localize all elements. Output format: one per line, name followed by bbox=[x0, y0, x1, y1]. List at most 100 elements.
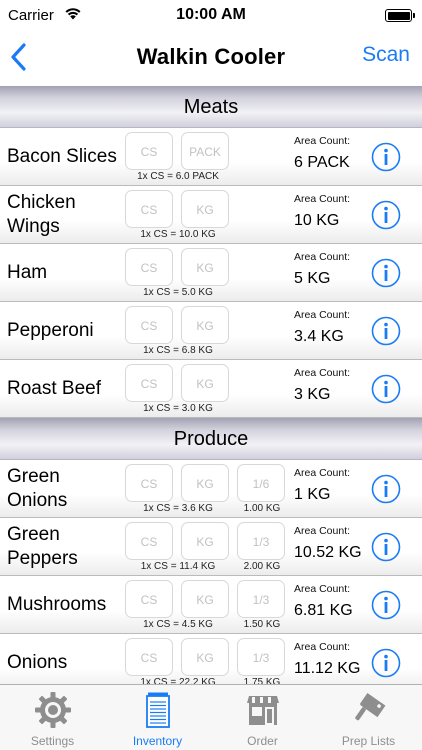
area-count-label: Area Count: bbox=[294, 583, 351, 595]
fraction-conversion-label: 2.00 KG bbox=[243, 561, 281, 572]
inventory-item-row: Roast Beef CS KG 1x CS = 3.0 KG Area Count: 3… bbox=[0, 360, 422, 418]
gear-icon bbox=[35, 692, 71, 728]
unit-count-field[interactable]: KG bbox=[181, 580, 229, 618]
area-count-value: 10 KG bbox=[294, 212, 340, 229]
unit-count-field[interactable]: KG bbox=[181, 190, 229, 228]
area-count-label: Area Count: bbox=[294, 251, 351, 263]
inventory-item-row: Chicken Wings CS KG 1x CS = 10.0 KG Area Cou… bbox=[0, 186, 422, 244]
item-name: Green Onions bbox=[7, 466, 68, 511]
tab-settings[interactable]: Settings bbox=[0, 685, 105, 750]
case-count-field[interactable]: CS bbox=[125, 464, 173, 502]
section-header: Meats bbox=[0, 86, 422, 128]
unit-count-field[interactable]: KG bbox=[181, 464, 229, 502]
conversion-label: 1x CS = 5.0 KG bbox=[143, 287, 213, 298]
info-button[interactable] bbox=[371, 532, 401, 562]
area-count-value: 1 KG bbox=[294, 486, 331, 503]
conversion-label: 1x CS = 3.0 KG bbox=[143, 403, 213, 414]
info-icon bbox=[371, 648, 401, 678]
case-count-field[interactable]: CS bbox=[125, 580, 173, 618]
inventory-item-row: Mushrooms CS KG 1/3 1x CS = 4.5 KG 1.50 KG Are… bbox=[0, 576, 422, 634]
case-count-field[interactable]: CS bbox=[125, 364, 173, 402]
case-count-field[interactable]: CS bbox=[125, 522, 173, 560]
unit-count-field[interactable]: KG bbox=[181, 248, 229, 286]
inventory-item-row: Green Onions CS KG 1/6 1x CS = 3.6 KG 1.00 KG… bbox=[0, 460, 422, 518]
inventory-item-row: Onions CS KG 1/3 1x CS = 22.2 KG 1.75 KG Area … bbox=[0, 634, 422, 684]
item-name: Chicken Wings bbox=[7, 192, 76, 237]
area-count-label: Area Count: bbox=[294, 525, 351, 537]
fraction-count-field[interactable]: 1/3 bbox=[237, 580, 285, 618]
area-count-label: Area Count: bbox=[294, 309, 351, 321]
area-count-value: 5 KG bbox=[294, 270, 331, 287]
tab-label: Inventory bbox=[132, 734, 183, 748]
info-button[interactable] bbox=[371, 474, 401, 504]
tab-inventory[interactable]: Inventory bbox=[105, 685, 210, 750]
item-name: Pepperoni bbox=[7, 320, 94, 341]
conversion-label: 1x CS = 22.2 KG bbox=[140, 677, 216, 684]
case-count-field[interactable]: CS bbox=[125, 306, 173, 344]
fraction-count-field[interactable]: 1/3 bbox=[237, 638, 285, 676]
info-button[interactable] bbox=[371, 648, 401, 678]
scan-button[interactable]: Scan bbox=[362, 43, 410, 67]
conversion-label: 1x CS = 6.0 PACK bbox=[137, 171, 219, 182]
info-icon bbox=[371, 374, 401, 404]
area-count-label: Area Count: bbox=[294, 193, 351, 205]
conversion-label: 1x CS = 3.6 KG bbox=[143, 503, 213, 514]
conversion-label: 1x CS = 10.0 KG bbox=[140, 229, 216, 240]
area-count-label: Area Count: bbox=[294, 641, 351, 653]
tab-label: Settings bbox=[30, 734, 75, 748]
info-button[interactable] bbox=[371, 258, 401, 288]
tab-label: Order bbox=[247, 734, 278, 748]
info-button[interactable] bbox=[371, 590, 401, 620]
fraction-count-field[interactable]: 1/3 bbox=[237, 522, 285, 560]
unit-count-field[interactable]: KG bbox=[181, 364, 229, 402]
area-count-value: 3.4 KG bbox=[294, 328, 344, 345]
section-header: Produce bbox=[0, 418, 422, 460]
conversion-label: 1x CS = 4.5 KG bbox=[143, 619, 213, 630]
tab-bar: Settings Inventory Order Prep Lists bbox=[0, 684, 422, 750]
area-count-value: 3 KG bbox=[294, 386, 331, 403]
fraction-count-field[interactable]: 1/6 bbox=[237, 464, 285, 502]
info-button[interactable] bbox=[371, 142, 401, 172]
inventory-item-row: Green Peppers CS KG 1/3 1x CS = 11.4 KG 2.00 … bbox=[0, 518, 422, 576]
conversion-label: 1x CS = 6.8 KG bbox=[143, 345, 213, 356]
item-name: Roast Beef bbox=[7, 378, 101, 399]
unit-count-field[interactable]: KG bbox=[181, 522, 229, 560]
clipboard-icon bbox=[146, 692, 170, 728]
fraction-conversion-label: 1.75 KG bbox=[243, 677, 281, 684]
info-icon bbox=[371, 258, 401, 288]
page-title: Walkin Cooler bbox=[136, 44, 286, 69]
clock: 10:00 AM bbox=[176, 6, 246, 23]
inventory-list[interactable]: Meats Bacon Slices CS PACK 1x CS = 6.0 PACK A… bbox=[0, 86, 422, 684]
cleaver-icon bbox=[355, 693, 386, 721]
case-count-field[interactable]: CS bbox=[125, 248, 173, 286]
info-icon bbox=[371, 532, 401, 562]
unit-count-field[interactable]: KG bbox=[181, 306, 229, 344]
tab-order[interactable]: Order bbox=[210, 685, 315, 750]
item-name: Green Peppers bbox=[7, 524, 78, 569]
area-count-value: 10.52 KG bbox=[294, 544, 362, 561]
case-count-field[interactable]: CS bbox=[125, 190, 173, 228]
inventory-item-row: Ham CS KG 1x CS = 5.0 KG Area Count: 5 KG bbox=[0, 244, 422, 302]
fraction-conversion-label: 1.00 KG bbox=[243, 503, 281, 514]
area-count-value: 6 PACK bbox=[294, 154, 350, 171]
case-count-field[interactable]: CS bbox=[125, 132, 173, 170]
case-count-field[interactable]: CS bbox=[125, 638, 173, 676]
info-button[interactable] bbox=[371, 374, 401, 404]
info-button[interactable] bbox=[371, 316, 401, 346]
item-name: Ham bbox=[7, 262, 48, 283]
unit-count-field[interactable]: PACK bbox=[181, 132, 229, 170]
area-count-label: Area Count: bbox=[294, 135, 351, 147]
tab-prep-lists[interactable]: Prep Lists bbox=[316, 685, 421, 750]
area-count-value: 6.81 KG bbox=[294, 602, 353, 619]
fraction-conversion-label: 1.50 KG bbox=[243, 619, 281, 630]
unit-count-field[interactable]: KG bbox=[181, 638, 229, 676]
info-icon bbox=[371, 200, 401, 230]
item-name: Mushrooms bbox=[7, 594, 107, 615]
info-button[interactable] bbox=[371, 200, 401, 230]
item-name: Bacon Slices bbox=[7, 146, 117, 167]
item-name: Onions bbox=[7, 652, 68, 673]
area-count-value: 11.12 KG bbox=[294, 660, 361, 677]
conversion-label: 1x CS = 11.4 KG bbox=[140, 561, 216, 572]
status-bar: Carrier 10:00 AM bbox=[0, 0, 422, 32]
inventory-item-row: Pepperoni CS KG 1x CS = 6.8 KG Area Count: 3.… bbox=[0, 302, 422, 360]
